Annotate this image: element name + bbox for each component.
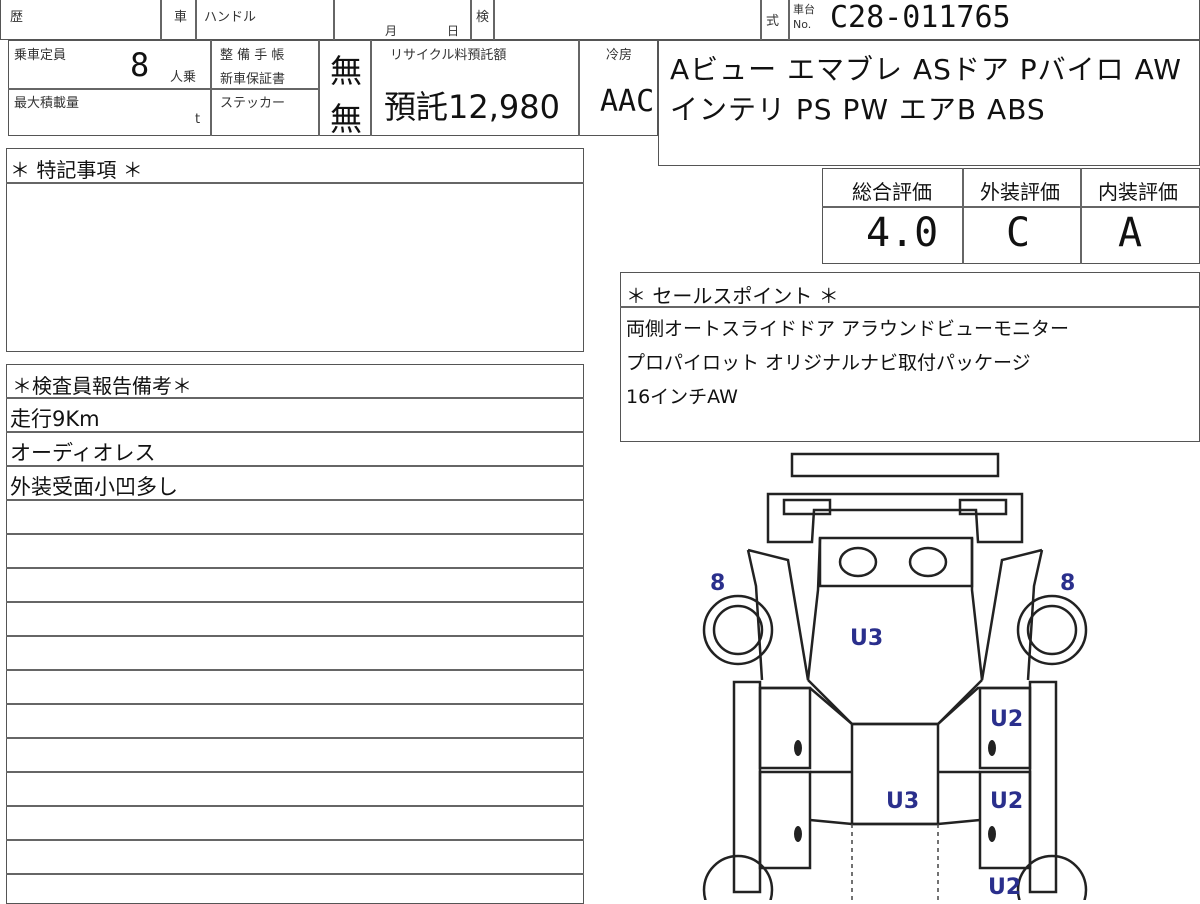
maintenance-label: 整 備 手 帳 xyxy=(220,48,285,63)
inspector-line-3: 外装受面小凹多し xyxy=(10,475,178,499)
overall-rating-value: 4.0 xyxy=(866,210,939,256)
sales-point-line-2: プロパイロット オリジナルナビ取付パッケージ xyxy=(626,352,1031,374)
maintenance-value: 無 xyxy=(330,52,363,90)
capacity-value: 8 xyxy=(130,46,150,84)
sales-points-title: ＊ セールスポイント ＊ xyxy=(626,284,839,308)
sticker-label: ステッカー xyxy=(220,96,286,111)
chassis-label-bottom: No. xyxy=(793,18,812,31)
windshield-outline xyxy=(818,536,974,588)
inspection-label: 検 xyxy=(476,10,490,25)
chassis-number: C28-011765 xyxy=(830,0,1011,35)
max-load-unit: t xyxy=(195,112,201,127)
recycle-value: 預託12,980 xyxy=(384,88,560,126)
right-rear-door-mark: U2 xyxy=(990,789,1023,814)
exterior-rating-label: 外装評価 xyxy=(980,180,1060,204)
overall-rating-label: 総合評価 xyxy=(852,180,932,204)
max-load-label: 最大積載量 xyxy=(14,96,80,111)
inspector-line-2: オーディオレス xyxy=(10,441,156,465)
chassis-label-top: 車台 xyxy=(793,3,815,16)
car-damage-diagram: 8 8 U3 U2 U3 U2 U2 xyxy=(702,452,1088,900)
special-notes-title: ＊ 特記事項 ＊ xyxy=(10,158,143,182)
capacity-label: 乗車定員 xyxy=(14,48,67,63)
interior-rating-value: A xyxy=(1118,210,1143,256)
interior-rating-label: 内装評価 xyxy=(1098,180,1178,204)
day-label: 日 xyxy=(447,24,460,38)
roof-mark: U3 xyxy=(886,789,919,814)
warranty-label: 新車保証書 xyxy=(220,72,286,87)
capacity-unit: 人乗 xyxy=(170,70,197,85)
model-label: 式 xyxy=(766,14,780,29)
sticker-value: 無 xyxy=(330,100,363,138)
history-label: 歴 xyxy=(10,10,24,25)
front-left-tire-mark: 8 xyxy=(710,571,725,596)
inspector-report-title: ＊検査員報告備考＊ xyxy=(12,374,192,398)
hood-mark: U3 xyxy=(850,626,883,651)
month-label: 月 xyxy=(385,24,398,38)
car-label: 車 xyxy=(174,10,188,25)
sales-point-line-3: 16インチAW xyxy=(626,386,738,408)
right-front-door-mark: U2 xyxy=(990,707,1023,732)
exterior-rating-value: C xyxy=(1006,210,1031,256)
front-right-tire-mark: 8 xyxy=(1060,571,1075,596)
handle-label: ハンドル xyxy=(204,10,257,25)
recycle-label: リサイクル料預託額 xyxy=(390,48,507,63)
ac-label: 冷房 xyxy=(606,48,633,63)
front-bumper-outline xyxy=(790,452,1000,478)
right-rear-quarter-mark: U2 xyxy=(988,875,1021,900)
equipment-line-2: インテリ PS PW エアB ABS xyxy=(670,93,1046,126)
equipment-line-1: Aビュー エマブレ ASドア Pバイロ AW xyxy=(670,53,1182,86)
inspector-line-1: 走行9Km xyxy=(10,407,100,431)
ac-value: AAC xyxy=(600,84,655,119)
sales-point-line-1: 両側オートスライドドア アラウンドビューモニター xyxy=(626,318,1070,340)
